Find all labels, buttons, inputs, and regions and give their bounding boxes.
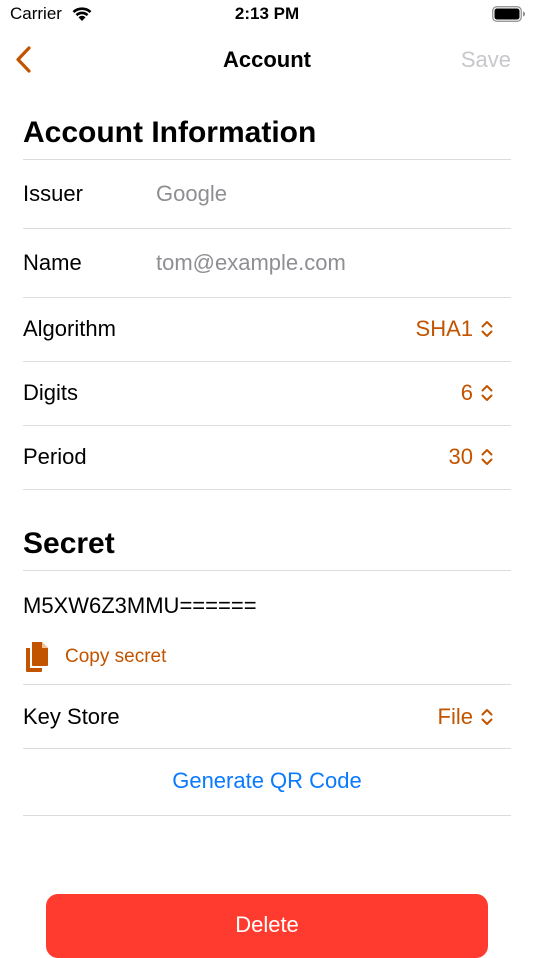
generate-qr-code-button[interactable]: Generate QR Code [0, 768, 534, 794]
chevron-up-down-icon [481, 321, 493, 337]
algorithm-label: Algorithm [23, 316, 116, 341]
copy-secret-button[interactable]: Copy secret [23, 640, 166, 674]
account-information-heading: Account Information [23, 116, 317, 149]
chevron-up-down-icon [481, 709, 493, 725]
delete-button[interactable]: Delete [46, 894, 488, 958]
period-picker[interactable]: 30 [449, 444, 493, 470]
key-store-label: Key Store [23, 704, 120, 729]
divider [23, 425, 511, 426]
divider [23, 815, 511, 816]
divider [23, 228, 511, 229]
period-label: Period [23, 444, 87, 469]
name-field[interactable]: tom@example.com [156, 250, 346, 276]
chevron-up-down-icon [481, 449, 493, 465]
divider [23, 684, 511, 685]
copy-secret-label: Copy secret [65, 646, 167, 667]
save-button[interactable]: Save [461, 47, 511, 73]
digits-value: 6 [460, 380, 473, 405]
battery-icon [492, 6, 526, 27]
key-store-picker[interactable]: File [438, 704, 493, 730]
divider [23, 489, 511, 490]
key-store-value: File [437, 704, 473, 729]
algorithm-value: SHA1 [415, 316, 473, 341]
issuer-field[interactable]: Google [156, 181, 227, 207]
name-label: Name [23, 250, 82, 275]
delete-label: Delete [235, 912, 299, 937]
secret-value: M5XW6Z3MMU====== [23, 593, 257, 618]
algorithm-picker[interactable]: SHA1 [416, 316, 493, 342]
copy-document-icon [26, 642, 48, 672]
divider [23, 570, 511, 571]
issuer-label: Issuer [23, 181, 83, 206]
chevron-up-down-icon [481, 385, 493, 401]
secret-heading: Secret [23, 527, 115, 560]
divider [23, 297, 511, 298]
clock: 2:13 PM [234, 4, 300, 23]
navigation-bar: Account Save [0, 32, 534, 88]
digits-label: Digits [23, 380, 79, 405]
divider [23, 748, 511, 749]
divider [23, 361, 511, 362]
divider [23, 159, 511, 160]
period-value: 30 [448, 444, 473, 469]
status-bar: Carrier 2:13 PM [0, 0, 534, 32]
page-title: Account [223, 47, 311, 72]
digits-picker[interactable]: 6 [461, 380, 493, 406]
